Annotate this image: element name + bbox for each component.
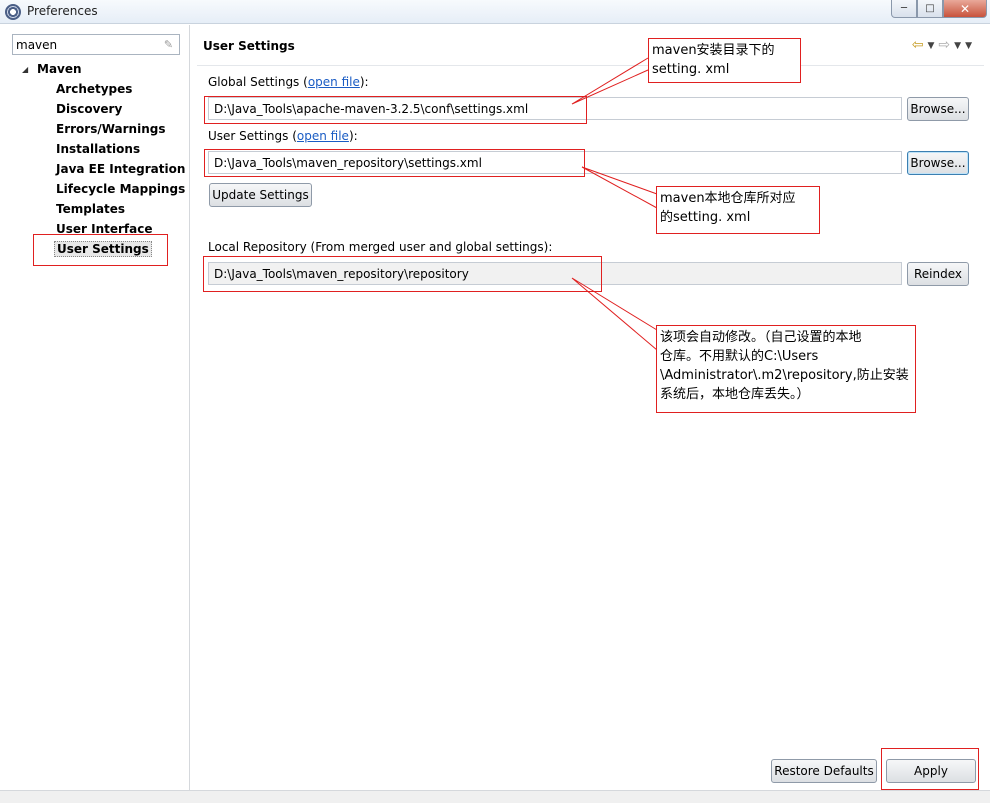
forward-dropdown-icon[interactable]: ▼ xyxy=(954,37,961,55)
filter-box[interactable]: ✎ xyxy=(12,34,180,55)
tree-item-discovery[interactable]: Discovery xyxy=(56,102,122,116)
clear-filter-icon[interactable]: ✎ xyxy=(162,38,175,51)
minimize-button[interactable]: ─ xyxy=(891,0,917,18)
close-button[interactable]: ✕ xyxy=(943,0,987,18)
callout-repo-line-2: 仓库。不用默认的C:\Users xyxy=(660,349,819,364)
tree-item-java-ee-integration[interactable]: Java EE Integration xyxy=(56,162,185,176)
window-controls: ─ □ ✕ xyxy=(891,0,987,18)
preferences-tree-panel: ✎ ◢ Maven Archetypes Discovery Errors/Wa… xyxy=(0,25,190,790)
view-menu-icon[interactable]: ▼ xyxy=(965,37,972,55)
maximize-button[interactable]: □ xyxy=(917,0,943,18)
title-bar: Preferences ─ □ ✕ xyxy=(0,0,990,24)
reindex-button[interactable]: Reindex xyxy=(907,262,969,286)
update-settings-button[interactable]: Update Settings xyxy=(209,183,312,207)
eclipse-icon xyxy=(5,4,21,20)
page-navigation: ⇦ ▼ ⇨ ▼ ▼ xyxy=(912,37,972,55)
callout-user-line-1: maven本地仓库所对应 xyxy=(660,191,796,206)
callout-user-line-2: 的setting. xml xyxy=(660,210,751,225)
global-settings-label: Global Settings (open file): xyxy=(208,75,369,89)
highlight-user-settings-item xyxy=(33,234,168,266)
restore-defaults-button[interactable]: Restore Defaults xyxy=(771,759,877,783)
user-settings-label-text: User Settings ( xyxy=(208,129,297,143)
page-title: User Settings xyxy=(203,39,295,53)
user-browse-button[interactable]: Browse... xyxy=(907,151,969,175)
callout-global-settings-note: maven安装目录下的 setting. xml xyxy=(648,38,801,83)
back-arrow-icon[interactable]: ⇦ xyxy=(912,37,924,55)
close-icon: ✕ xyxy=(959,1,971,16)
tree-node-maven-label: Maven xyxy=(37,62,82,76)
filter-input[interactable] xyxy=(16,37,156,52)
callout-user-settings-note: maven本地仓库所对应 的setting. xml xyxy=(656,186,820,234)
global-open-file-link[interactable]: open file xyxy=(308,75,360,89)
callout-repo-line-1: 该项会自动修改。（自己设置的本地 xyxy=(660,330,862,345)
highlight-global-settings-field xyxy=(204,96,587,124)
callout-repo-line-3: \Administrator\.m2\repository,防止安装 xyxy=(660,368,909,383)
global-browse-button[interactable]: Browse... xyxy=(907,97,969,121)
highlight-user-settings-field xyxy=(204,149,585,177)
callout-global-line-1: maven安装目录下的 xyxy=(652,43,775,58)
global-settings-label-text: Global Settings ( xyxy=(208,75,308,89)
local-repository-label: Local Repository (From merged user and g… xyxy=(208,240,553,254)
tree-item-archetypes[interactable]: Archetypes xyxy=(56,82,132,96)
user-open-file-link[interactable]: open file xyxy=(297,129,349,143)
forward-arrow-icon[interactable]: ⇨ xyxy=(938,37,950,55)
minimize-icon: ─ xyxy=(900,3,908,14)
tree-item-lifecycle-mappings[interactable]: Lifecycle Mappings xyxy=(56,182,185,196)
callout-repo-line-4: 系统后，本地仓库丢失。） xyxy=(660,387,810,402)
maximize-icon: □ xyxy=(925,3,935,14)
back-dropdown-icon[interactable]: ▼ xyxy=(928,37,935,55)
highlight-apply-button xyxy=(881,748,979,790)
user-settings-label-suffix: ): xyxy=(348,129,358,143)
tree-item-templates[interactable]: Templates xyxy=(56,202,125,216)
tree-item-errors-warnings[interactable]: Errors/Warnings xyxy=(56,122,165,136)
highlight-local-repository-field xyxy=(203,256,602,292)
callout-local-repository-note: 该项会自动修改。（自己设置的本地 仓库。不用默认的C:\Users \Admin… xyxy=(656,325,916,413)
window-title: Preferences xyxy=(27,4,98,18)
tree-node-maven[interactable]: ◢ Maven xyxy=(22,62,82,76)
dialog-bottom-edge xyxy=(0,790,990,803)
callout-global-line-2: setting. xml xyxy=(652,62,730,77)
tree-item-installations[interactable]: Installations xyxy=(56,142,140,156)
title-separator xyxy=(197,65,984,66)
global-settings-label-suffix: ): xyxy=(359,75,369,89)
user-settings-label: User Settings (open file): xyxy=(208,129,358,143)
expand-arrow-icon[interactable]: ◢ xyxy=(22,65,32,74)
